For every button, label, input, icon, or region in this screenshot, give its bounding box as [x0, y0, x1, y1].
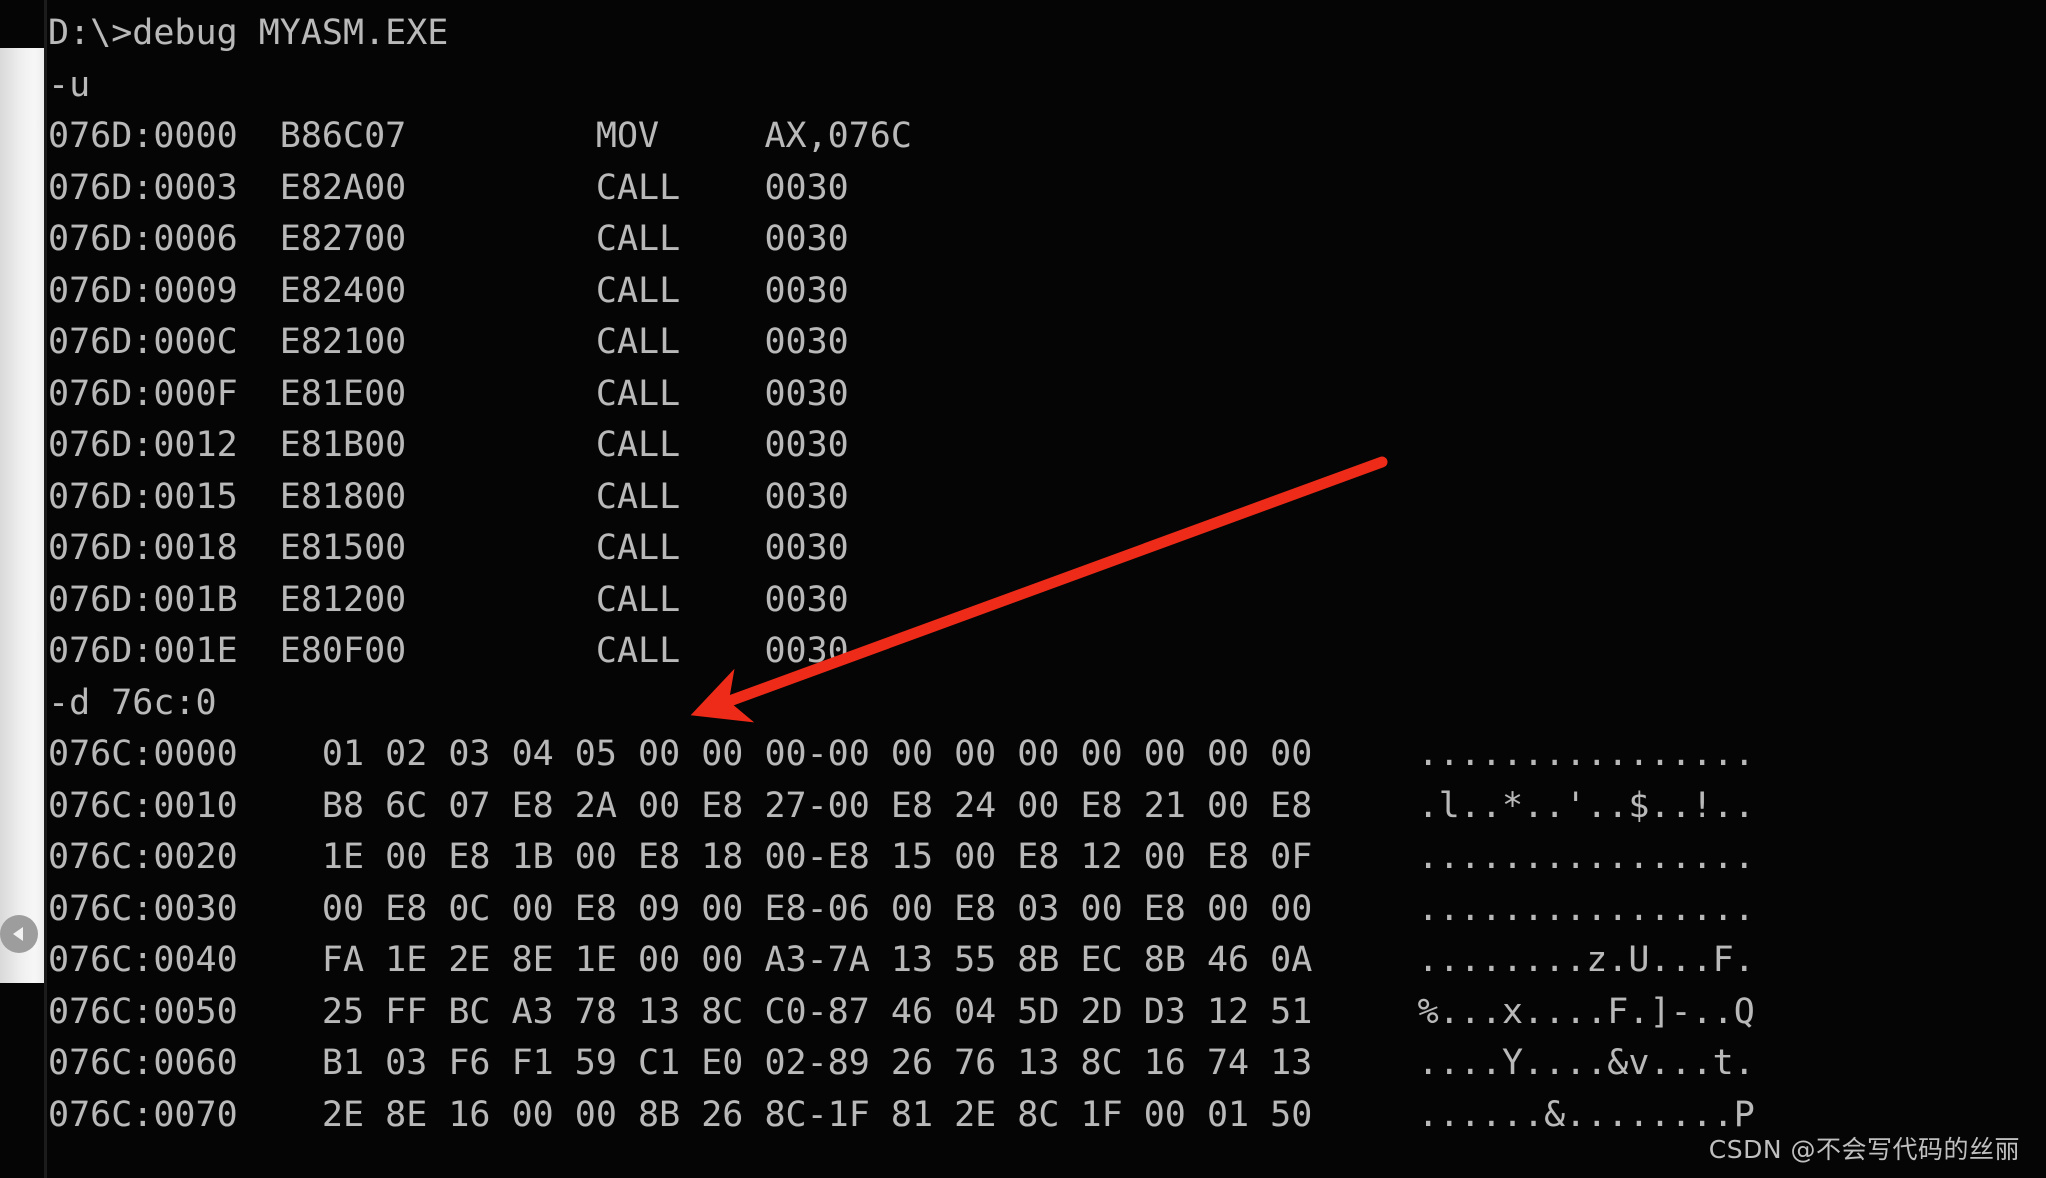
side-panel-divider — [44, 0, 47, 1178]
left-side-panel — [0, 48, 44, 983]
disassembly-row-4: 076D:000C E82100 CALL 0030 — [48, 322, 849, 362]
csdn-watermark: CSDN @不会写代码的丝丽 — [1708, 1135, 2020, 1164]
disassembly-row-1: 076D:0003 E82A00 CALL 0030 — [48, 167, 849, 208]
disassembly-row-2: 076D:0006 E82700 CALL 0030 — [48, 219, 849, 259]
disassembly-row-6: 076D:0012 E81B00 CALL 0030 — [48, 425, 849, 465]
hexdump-row-2: 076C:0020 1E 00 E8 1B 00 E8 18 00-E8 15 … — [48, 837, 1755, 877]
unassemble-command-line: -u — [48, 64, 91, 105]
disassembly-row-7: 076D:0015 E81800 CALL 0030 — [48, 476, 849, 517]
disassembly-row-3: 076D:0009 E82400 CALL 0030 — [48, 270, 849, 311]
hexdump-row-7: 076C:0070 2E 8E 16 00 00 8B 26 8C-1F 81 … — [48, 1094, 1755, 1135]
dump-command-line: -d 76c:0 — [48, 682, 217, 723]
hexdump-row-6: 076C:0060 B1 03 F6 F1 59 C1 E0 02-89 26 … — [48, 1043, 1755, 1083]
hexdump-row-1: 076C:0010 B8 6C 07 E8 2A 00 E8 27-00 E8 … — [48, 785, 1755, 826]
back-arrow-icon[interactable] — [0, 915, 38, 953]
hexdump-row-4: 076C:0040 FA 1E 2E 8E 1E 00 00 A3-7A 13 … — [48, 940, 1755, 980]
console-cursor: _ — [48, 1146, 70, 1178]
disassembly-row-9: 076D:001B E81200 CALL 0030 — [48, 579, 849, 620]
disassembly-row-10: 076D:001E E80F00 CALL 0030 — [48, 631, 849, 671]
dos-debug-console: D:\>debug MYASM.EXE -u 076D:0000 B86C07 MO… — [0, 0, 2046, 1178]
disassembly-row-0: 076D:0000 B86C07 MOV AX,076C — [48, 116, 912, 156]
hexdump-row-5: 076C:0050 25 FF BC A3 78 13 8C C0-87 46 … — [48, 991, 1755, 1032]
back-arrow-glyph — [12, 927, 23, 941]
hexdump-row-0: 076C:0000 01 02 03 04 05 00 00 00-00 00 … — [48, 734, 1755, 774]
disassembly-row-8: 076D:0018 E81500 CALL 0030 — [48, 528, 849, 568]
screenshot-root: D:\>debug MYASM.EXE -u 076D:0000 B86C07 MO… — [0, 0, 2046, 1178]
prompt-line: D:\>debug MYASM.EXE — [48, 13, 449, 53]
hexdump-row-3: 076C:0030 00 E8 0C 00 E8 09 00 E8-06 00 … — [48, 888, 1755, 929]
disassembly-row-5: 076D:000F E81E00 CALL 0030 — [48, 373, 849, 414]
